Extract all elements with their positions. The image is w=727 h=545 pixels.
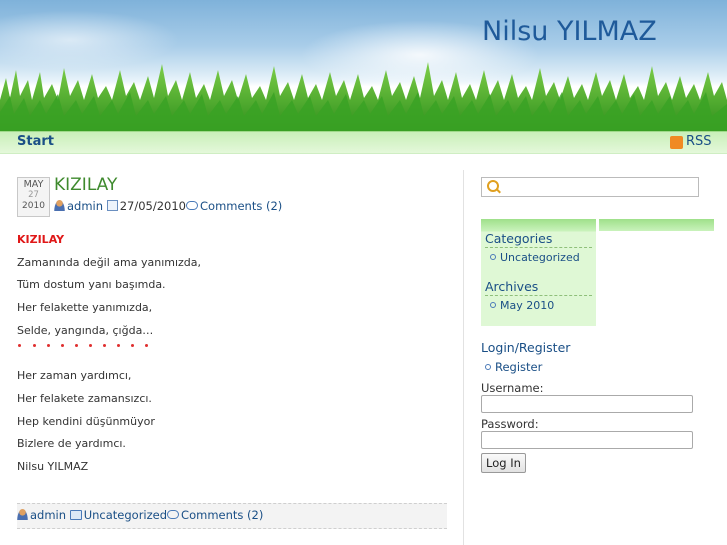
site-header: Nilsu YILMAZ bbox=[0, 0, 727, 131]
login-button[interactable]: Log In bbox=[481, 453, 526, 473]
post-line: Tüm dostum yanı başımda. bbox=[17, 278, 166, 292]
post-line: Hep kendini düşünmüyor bbox=[17, 414, 155, 428]
post-line: Her zaman yardımcı, bbox=[17, 369, 132, 383]
search-input[interactable] bbox=[481, 177, 699, 197]
post-footer: admin Uncategorized Comments (2) bbox=[17, 503, 447, 529]
post-spacer bbox=[17, 343, 447, 366]
post-date-box: MAY 27 2010 bbox=[17, 177, 50, 217]
post-date-month: MAY bbox=[23, 179, 44, 190]
post-line: Selde, yangında, çığda… bbox=[17, 323, 154, 337]
username-field[interactable] bbox=[481, 395, 693, 413]
bullet-icon bbox=[490, 302, 496, 308]
user-icon bbox=[17, 509, 28, 520]
post-comments-link[interactable]: Comments (2) bbox=[200, 199, 282, 213]
sidebar-green-tab bbox=[599, 219, 714, 231]
dot bbox=[47, 344, 50, 347]
categories-heading: Categories bbox=[485, 231, 592, 248]
dot bbox=[75, 344, 78, 347]
post-line: Bizlere de yardımcı. bbox=[17, 437, 126, 451]
post-author-link[interactable]: admin bbox=[67, 199, 103, 213]
rss-link[interactable]: RSS bbox=[686, 134, 712, 149]
category-item[interactable]: Uncategorized bbox=[490, 251, 580, 264]
bullet-icon bbox=[485, 364, 491, 370]
folder-icon bbox=[69, 510, 82, 520]
post-date-text: 27/05/2010 bbox=[119, 199, 186, 213]
post-body-heading: KIZILAY bbox=[17, 233, 65, 246]
dot bbox=[103, 344, 106, 347]
dot bbox=[18, 344, 21, 347]
site-title[interactable]: Nilsu YILMAZ bbox=[482, 16, 657, 47]
nav-start-link[interactable]: Start bbox=[17, 134, 54, 149]
dot bbox=[89, 344, 92, 347]
category-item-label[interactable]: Uncategorized bbox=[500, 251, 580, 264]
archive-item-label[interactable]: May 2010 bbox=[500, 299, 554, 312]
footer-comments-link[interactable]: Comments (2) bbox=[181, 508, 263, 522]
post-title[interactable]: KIZILAY bbox=[54, 175, 117, 195]
post-date-day: 27 bbox=[28, 190, 39, 200]
post-date-year: 2010 bbox=[22, 201, 45, 211]
post-line: Her felakette yanımızda, bbox=[17, 301, 153, 315]
post-line: Zamanında değil ama yanımızda, bbox=[17, 255, 202, 269]
sidebar-divider bbox=[463, 170, 464, 545]
login-heading: Login/Register bbox=[481, 340, 571, 355]
footer-category-link[interactable]: Uncategorized bbox=[84, 508, 167, 522]
comment-icon bbox=[167, 510, 180, 519]
bullet-icon bbox=[490, 254, 496, 260]
calendar-icon bbox=[106, 200, 118, 211]
nav-bar: Start RSS bbox=[0, 131, 727, 154]
password-label: Password: bbox=[481, 417, 539, 431]
user-icon bbox=[54, 200, 65, 211]
rss-icon[interactable] bbox=[670, 136, 683, 149]
dot bbox=[61, 344, 64, 347]
dot bbox=[33, 344, 36, 347]
username-label: Username: bbox=[481, 381, 544, 395]
register-item[interactable]: Register bbox=[485, 360, 542, 374]
password-field[interactable] bbox=[481, 431, 693, 449]
archives-heading: Archives bbox=[485, 279, 592, 296]
post-line: Nilsu YILMAZ bbox=[17, 459, 89, 473]
archive-item[interactable]: May 2010 bbox=[490, 299, 554, 312]
dot bbox=[145, 344, 148, 347]
comment-icon bbox=[186, 201, 198, 210]
post-body: KIZILAY Zamanında değil ama yanımızda, T… bbox=[17, 230, 447, 480]
post-meta: admin 27/05/2010 Comments (2) bbox=[54, 199, 282, 213]
footer-author-link[interactable]: admin bbox=[30, 508, 66, 522]
dot bbox=[117, 344, 120, 347]
dot bbox=[131, 344, 134, 347]
register-link[interactable]: Register bbox=[495, 360, 542, 374]
post-line: Her felakete zamansızcı. bbox=[17, 391, 152, 405]
